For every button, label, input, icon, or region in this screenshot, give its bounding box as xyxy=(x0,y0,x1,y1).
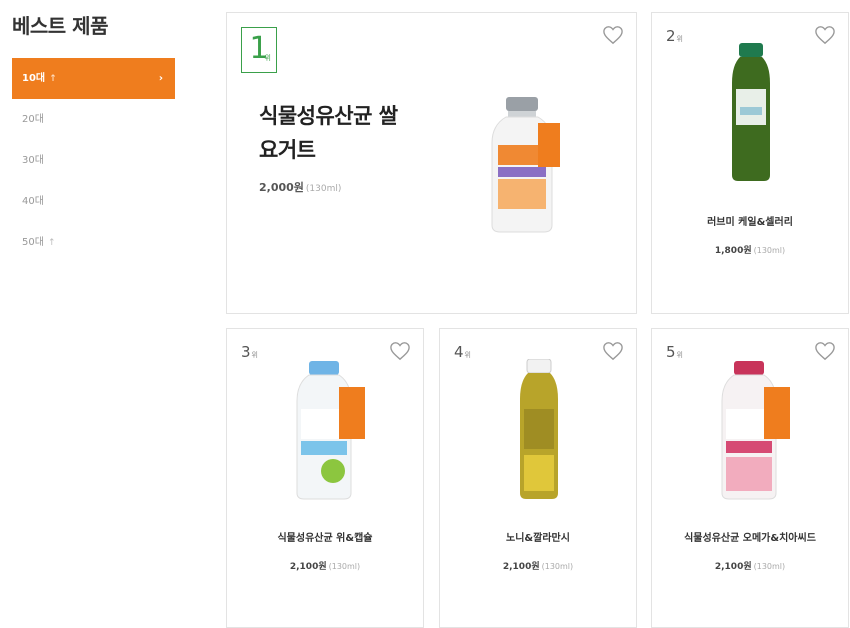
age-filter-label: 50대 xyxy=(22,237,44,248)
product-price: 1,800원 (130ml) xyxy=(652,243,848,256)
age-filter-30s[interactable]: 30대 xyxy=(12,140,175,181)
heart-outline-icon[interactable] xyxy=(602,341,624,361)
sidebar: 베스트 제품 10대 ↑ › 20대 30대 40대 50대 ↑ xyxy=(0,0,185,628)
heart-outline-icon[interactable] xyxy=(389,341,411,361)
product-image[interactable] xyxy=(714,359,794,501)
price-value: 1,800원 xyxy=(714,246,752,256)
age-filter-list: 10대 ↑ › 20대 30대 40대 50대 ↑ xyxy=(12,58,175,263)
volume-value: (130ml) xyxy=(753,246,786,255)
product-image[interactable] xyxy=(482,95,562,235)
product-price: 2,100원 (130ml) xyxy=(440,559,636,572)
age-filter-label: 40대 xyxy=(22,196,44,207)
trend-up-icon: ↑ xyxy=(47,238,56,248)
volume-value: (130ml) xyxy=(305,184,342,194)
product-name-line: 요거트 xyxy=(259,138,316,162)
rank-unit: 위 xyxy=(264,54,271,62)
product-card[interactable]: 4위 노니&깔라만시 2,100원 (130ml) xyxy=(439,328,637,628)
price-value: 2,100원 xyxy=(502,562,540,572)
volume-value: (130ml) xyxy=(328,562,361,571)
rank-badge: 5위 xyxy=(666,343,683,361)
rank-badge: 3위 xyxy=(241,343,258,361)
product-image[interactable] xyxy=(514,359,564,501)
product-name-line: 식물성유산균 쌀 xyxy=(259,104,398,128)
product-image[interactable] xyxy=(289,359,369,501)
product-name[interactable]: 러브미 케일&셀러리 xyxy=(652,213,848,228)
rank-number: 4 xyxy=(454,343,464,361)
product-image[interactable] xyxy=(726,43,776,183)
product-name[interactable]: 식물성유산균 위&캡슐 xyxy=(227,529,423,544)
product-price: 2,100원 (130ml) xyxy=(227,559,423,572)
age-filter-20s[interactable]: 20대 xyxy=(12,99,175,140)
price-value: 2,100원 xyxy=(714,562,752,572)
volume-value: (130ml) xyxy=(541,562,574,571)
trend-up-icon: ↑ xyxy=(49,74,57,84)
rank-badge: 1 위 xyxy=(241,27,277,73)
rank-unit: 위 xyxy=(676,35,683,43)
volume-value: (130ml) xyxy=(753,562,786,571)
product-price: 2,100원 (130ml) xyxy=(652,559,848,572)
rank-unit: 위 xyxy=(676,351,683,359)
product-card[interactable]: 5위 식물성유산균 오메가&치아씨드 2,100원 (130ml) xyxy=(651,328,849,628)
product-card[interactable]: 3위 식물성유산균 위&캡슐 2,100원 (130ml) xyxy=(226,328,424,628)
rank-number: 5 xyxy=(666,343,676,361)
rank-number: 3 xyxy=(241,343,251,361)
age-filter-40s[interactable]: 40대 xyxy=(12,181,175,222)
age-filter-label: 10대 xyxy=(22,73,46,84)
rank-badge: 2위 xyxy=(666,27,683,45)
rank-unit: 위 xyxy=(251,351,258,359)
age-filter-label: 30대 xyxy=(22,155,44,166)
age-filter-50s[interactable]: 50대 ↑ xyxy=(12,222,175,263)
rank-unit: 위 xyxy=(464,351,471,359)
heart-outline-icon[interactable] xyxy=(814,341,836,361)
product-name[interactable]: 식물성유산균 쌀 요거트 xyxy=(259,99,439,167)
age-filter-label: 20대 xyxy=(22,114,44,125)
heart-outline-icon[interactable] xyxy=(814,25,836,45)
price-value: 2,000원 xyxy=(259,181,304,194)
product-card-featured[interactable]: 1 위 식물성유산균 쌀 요거트 2,000원 (130ml) xyxy=(226,12,637,314)
age-filter-10s[interactable]: 10대 ↑ › xyxy=(12,58,175,99)
rank-number: 2 xyxy=(666,27,676,45)
product-name[interactable]: 식물성유산균 오메가&치아씨드 xyxy=(652,529,848,544)
rank-badge: 4위 xyxy=(454,343,471,361)
sidebar-title: 베스트 제품 xyxy=(12,14,108,38)
price-value: 2,100원 xyxy=(289,562,327,572)
heart-outline-icon[interactable] xyxy=(602,25,624,45)
chevron-right-icon: › xyxy=(158,73,163,84)
product-name[interactable]: 노니&깔라만시 xyxy=(440,529,636,544)
product-card[interactable]: 2위 러브미 케일&셀러리 1,800원 (130ml) xyxy=(651,12,849,314)
product-price: 2,000원 (130ml) xyxy=(259,179,341,195)
